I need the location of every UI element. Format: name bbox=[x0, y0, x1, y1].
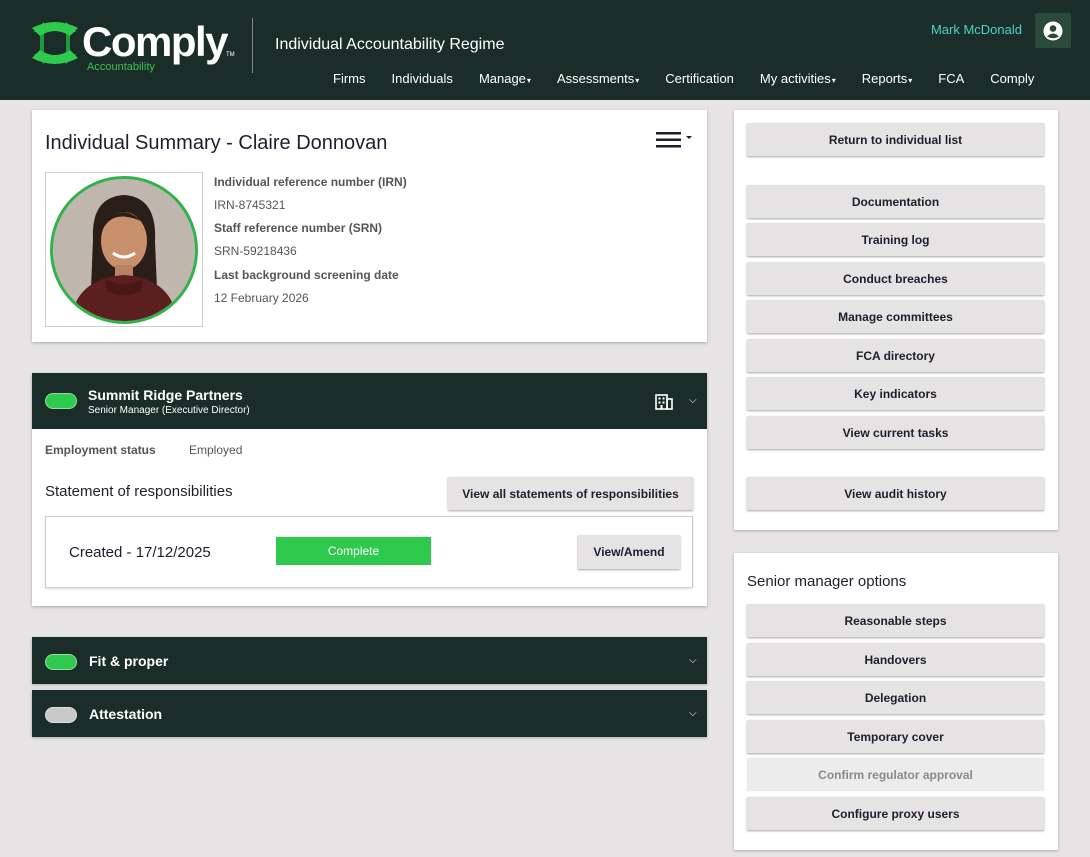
nav-assessments[interactable]: Assessments▾ bbox=[544, 71, 652, 86]
person-portrait-icon bbox=[53, 179, 195, 321]
comply-logo[interactable]: Comply TM Accountability bbox=[30, 16, 240, 76]
view-amend-button[interactable]: View/Amend bbox=[578, 535, 680, 569]
user-circle-icon bbox=[1043, 21, 1063, 40]
user-name-link[interactable]: Mark McDonald bbox=[931, 22, 1022, 37]
view-current-tasks-button[interactable]: View current tasks bbox=[747, 416, 1044, 449]
handovers-button[interactable]: Handovers bbox=[747, 643, 1044, 676]
hamburger-menu-icon bbox=[656, 132, 692, 148]
fit-and-proper-accordion[interactable]: Fit & proper ⌵ bbox=[32, 637, 707, 684]
status-badge: Complete bbox=[276, 537, 431, 565]
screening-date-label: Last background screening date bbox=[214, 268, 399, 282]
firm-role: Senior Manager (Executive Director) bbox=[88, 405, 250, 416]
comply-logo-mark-icon bbox=[32, 22, 78, 64]
top-header: Comply TM Accountability Individual Acco… bbox=[0, 0, 1090, 100]
chevron-down-icon[interactable]: ⌵ bbox=[689, 655, 697, 666]
chevron-down-icon[interactable]: ⌵ bbox=[689, 708, 697, 719]
fit-proper-status-toggle[interactable] bbox=[45, 654, 77, 670]
return-to-individual-list-button[interactable]: Return to individual list bbox=[747, 123, 1044, 156]
employment-status-label: Employment status bbox=[45, 443, 156, 457]
nav-fca[interactable]: FCA bbox=[925, 71, 977, 86]
logo-wordmark: Comply bbox=[82, 18, 229, 65]
firm-status-toggle[interactable] bbox=[45, 393, 77, 409]
individual-summary-card: Individual Summary - Claire Donnovan Ind… bbox=[32, 110, 707, 342]
screening-date-value: 12 February 2026 bbox=[214, 291, 309, 305]
firm-name: Summit Ridge Partners bbox=[88, 387, 243, 403]
caret-down-icon: ▾ bbox=[908, 76, 913, 85]
srn-value: SRN-59218436 bbox=[214, 244, 297, 258]
statement-of-responsibilities-title: Statement of responsibilities bbox=[45, 483, 233, 500]
reasonable-steps-button[interactable]: Reasonable steps bbox=[747, 604, 1044, 637]
nav-individuals[interactable]: Individuals bbox=[379, 71, 466, 86]
nav-firms[interactable]: Firms bbox=[320, 71, 379, 86]
summary-menu-button[interactable] bbox=[656, 130, 696, 152]
nav-my-activities[interactable]: My activities▾ bbox=[747, 71, 849, 86]
irn-label: Individual reference number (IRN) bbox=[214, 175, 407, 189]
irn-value: IRN-8745321 bbox=[214, 198, 286, 212]
training-log-button[interactable]: Training log bbox=[747, 223, 1044, 256]
fca-directory-button[interactable]: FCA directory bbox=[747, 339, 1044, 372]
firm-panel-header[interactable]: Summit Ridge Partners Senior Manager (Ex… bbox=[32, 373, 707, 429]
page-title: Individual Summary - Claire Donnovan bbox=[45, 132, 388, 154]
statement-created-date: Created - 17/12/2025 bbox=[69, 544, 211, 561]
individual-actions-card: Return to individual list Documentation … bbox=[734, 110, 1058, 530]
delegation-button[interactable]: Delegation bbox=[747, 681, 1044, 714]
view-audit-history-button[interactable]: View audit history bbox=[747, 477, 1044, 510]
nav-certification[interactable]: Certification bbox=[652, 71, 747, 86]
srn-label: Staff reference number (SRN) bbox=[214, 221, 383, 235]
caret-down-icon: ▾ bbox=[831, 76, 836, 85]
view-all-statements-button[interactable]: View all statements of responsibilities bbox=[448, 477, 693, 510]
logo-trademark: TM bbox=[226, 52, 235, 58]
documentation-button[interactable]: Documentation bbox=[747, 185, 1044, 218]
statement-row: Created - 17/12/2025 Complete View/Amend bbox=[45, 516, 693, 588]
senior-manager-options-card: Senior manager options Reasonable steps … bbox=[734, 553, 1058, 850]
building-icon[interactable] bbox=[655, 392, 673, 410]
profile-photo bbox=[50, 176, 198, 324]
logo-subtitle: Accountability bbox=[87, 61, 155, 73]
nav-reports[interactable]: Reports▾ bbox=[849, 71, 926, 86]
confirm-regulator-approval-button[interactable]: Confirm regulator approval bbox=[747, 758, 1044, 791]
nav-manage[interactable]: Manage▾ bbox=[466, 71, 544, 86]
caret-down-icon: ▾ bbox=[526, 76, 531, 85]
app-title: Individual Accountability Regime bbox=[275, 36, 505, 53]
temporary-cover-button[interactable]: Temporary cover bbox=[747, 720, 1044, 753]
attestation-status-toggle[interactable] bbox=[45, 707, 77, 723]
chevron-down-icon[interactable]: ⌵ bbox=[689, 395, 697, 406]
main-nav: Firms Individuals Manage▾ Assessments▾ C… bbox=[320, 71, 1047, 86]
profile-photo-frame bbox=[45, 172, 203, 327]
header-divider bbox=[252, 18, 253, 73]
attestation-label: Attestation bbox=[89, 706, 163, 722]
manage-committees-button[interactable]: Manage committees bbox=[747, 300, 1044, 333]
caret-down-icon: ▾ bbox=[635, 76, 640, 85]
employment-status-value: Employed bbox=[189, 443, 243, 457]
attestation-accordion[interactable]: Attestation ⌵ bbox=[32, 690, 707, 737]
conduct-breaches-button[interactable]: Conduct breaches bbox=[747, 262, 1044, 295]
senior-manager-options-heading: Senior manager options bbox=[747, 573, 907, 590]
firm-panel: Summit Ridge Partners Senior Manager (Ex… bbox=[32, 373, 707, 606]
nav-comply[interactable]: Comply bbox=[977, 71, 1047, 86]
configure-proxy-users-button[interactable]: Configure proxy users bbox=[747, 797, 1044, 830]
fit-proper-label: Fit & proper bbox=[89, 653, 169, 669]
key-indicators-button[interactable]: Key indicators bbox=[747, 377, 1044, 410]
user-menu-button[interactable] bbox=[1035, 13, 1071, 48]
